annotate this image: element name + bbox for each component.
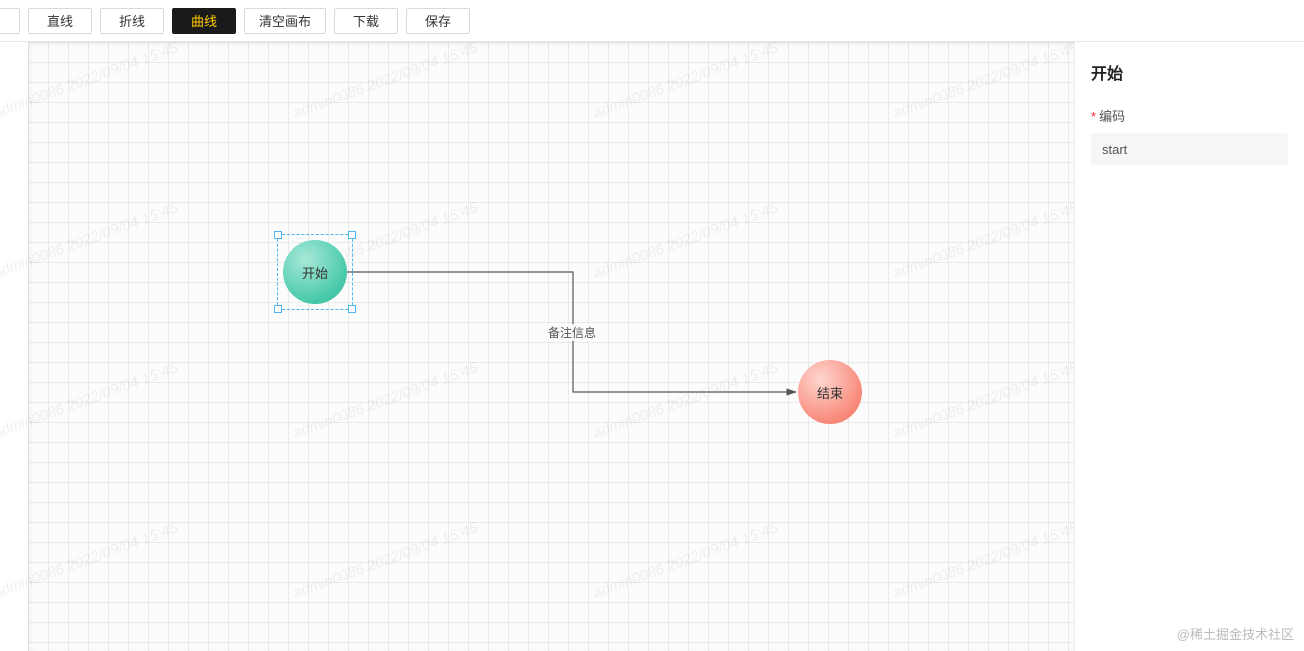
watermark-text: admin0086 2022/09/04 15:45 bbox=[291, 519, 480, 602]
resize-handle-tr[interactable] bbox=[348, 231, 356, 239]
watermark-text: admin0086 2022/09/04 15:45 bbox=[0, 42, 180, 122]
node-start-label: 开始 bbox=[302, 263, 328, 282]
field-code-input[interactable] bbox=[1091, 133, 1288, 165]
resize-handle-bl[interactable] bbox=[274, 305, 282, 313]
watermark-text: admin0086 2022/09/04 15:45 bbox=[291, 42, 480, 122]
download-button[interactable]: 下载 bbox=[334, 8, 398, 34]
watermark-layer: admin0086 2022/09/04 15:45 admin0086 202… bbox=[28, 42, 1074, 651]
watermark-text: admin0086 2022/09/04 15:45 bbox=[891, 199, 1074, 282]
node-end[interactable]: 结束 bbox=[798, 360, 862, 424]
watermark-text: admin0086 2022/09/04 15:45 bbox=[591, 42, 780, 122]
watermark-text: admin0086 2022/09/04 15:45 bbox=[591, 199, 780, 282]
watermark-text: admin0086 2022/09/04 15:45 bbox=[0, 359, 180, 442]
watermark-text: admin0086 2022/09/04 15:45 bbox=[591, 519, 780, 602]
watermark-text: admin0086 2022/09/04 15:45 bbox=[891, 42, 1074, 122]
line-curve-button[interactable]: 曲线 bbox=[172, 8, 236, 34]
panel-title: 开始 bbox=[1091, 60, 1288, 84]
watermark-text: admin0086 2022/09/04 15:45 bbox=[891, 519, 1074, 602]
line-poly-button[interactable]: 折线 bbox=[100, 8, 164, 34]
watermark-text: admin0086 2022/09/04 15:45 bbox=[291, 359, 480, 442]
watermark-text: admin0086 2022/09/04 15:45 bbox=[591, 359, 780, 442]
field-code-label-text: 编码 bbox=[1099, 109, 1125, 124]
required-asterisk: * bbox=[1091, 109, 1096, 124]
canvas[interactable]: admin0086 2022/09/04 15:45 admin0086 202… bbox=[28, 42, 1074, 651]
edge-connector bbox=[28, 42, 1074, 642]
clear-canvas-button[interactable]: 清空画布 bbox=[244, 8, 326, 34]
attribution-text: @稀土掘金技术社区 bbox=[1177, 624, 1294, 643]
node-end-label: 结束 bbox=[817, 383, 843, 402]
line-straight-button[interactable]: 直线 bbox=[28, 8, 92, 34]
node-start[interactable]: 开始 bbox=[283, 240, 347, 304]
properties-panel: 开始 *编码 bbox=[1074, 42, 1304, 651]
watermark-text: admin0086 2022/09/04 15:45 bbox=[891, 359, 1074, 442]
toolbar: 直线 折线 曲线 清空画布 下载 保存 bbox=[0, 0, 1304, 42]
save-button[interactable]: 保存 bbox=[406, 8, 470, 34]
watermark-text: admin0086 2022/09/04 15:45 bbox=[0, 199, 180, 282]
field-code-label: *编码 bbox=[1091, 106, 1288, 125]
main-area: admin0086 2022/09/04 15:45 admin0086 202… bbox=[0, 42, 1304, 651]
resize-handle-tl[interactable] bbox=[274, 231, 282, 239]
watermark-text: admin0086 2022/09/04 15:45 bbox=[0, 519, 180, 602]
toolbar-cutoff-button[interactable] bbox=[0, 8, 20, 34]
resize-handle-br[interactable] bbox=[348, 305, 356, 313]
canvas-wrapper: admin0086 2022/09/04 15:45 admin0086 202… bbox=[0, 42, 1074, 651]
edge-label[interactable]: 备注信息 bbox=[546, 324, 598, 341]
